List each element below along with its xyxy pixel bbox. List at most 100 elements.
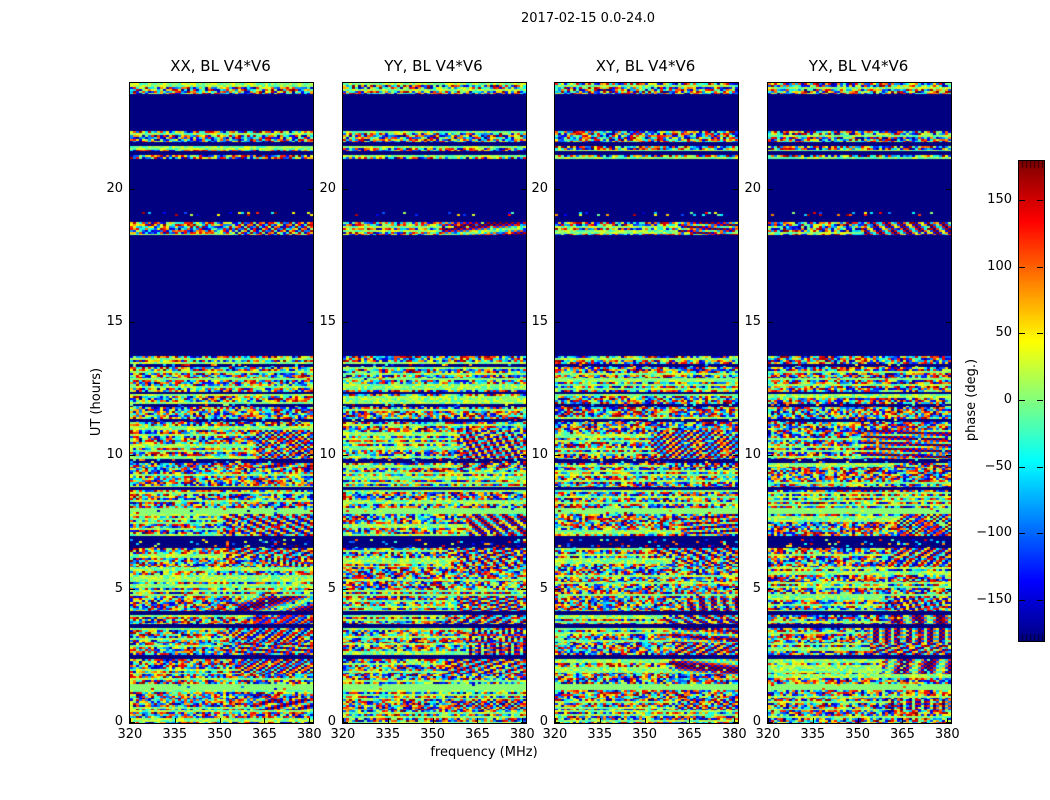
- x-axis-label: frequency (MHz): [430, 745, 538, 760]
- colorbar-tick-mark: [1019, 533, 1025, 535]
- x-tick-label: 365: [252, 727, 277, 742]
- colorbar-tick-mark: [1037, 533, 1043, 535]
- y-tick-label: 10: [744, 447, 761, 463]
- y-tick-label: 10: [319, 447, 336, 463]
- y-tick-mark: [946, 588, 951, 590]
- colorbar: [1018, 160, 1045, 642]
- x-tick-label: 335: [162, 727, 188, 742]
- heatmap-panel: [554, 82, 739, 724]
- colorbar-tick-mark: [1019, 466, 1025, 468]
- colorbar-tick-mark: [1037, 600, 1043, 601]
- y-tick-label: 15: [531, 314, 548, 329]
- y-tick-mark: [343, 188, 348, 190]
- x-tick-mark: [644, 718, 646, 723]
- panel-title: YX, BL V4*V6: [808, 57, 909, 75]
- y-tick-mark: [343, 322, 348, 323]
- y-tick-label: 5: [752, 580, 761, 596]
- y-tick-label: 5: [539, 580, 548, 596]
- y-tick-mark: [768, 188, 773, 190]
- colorbar-tick-label: 100: [987, 258, 1012, 274]
- colorbar-gradient: [1019, 161, 1044, 641]
- heatmap-canvas: [768, 83, 951, 723]
- x-tick-label: 320: [330, 727, 356, 742]
- x-tick-label: 335: [587, 727, 613, 742]
- x-tick-mark: [599, 718, 601, 723]
- y-tick-label: 20: [531, 180, 548, 196]
- y-tick-mark: [130, 322, 135, 323]
- x-tick-label: 365: [890, 727, 915, 742]
- y-tick-label: 15: [744, 314, 761, 329]
- x-tick-label: 350: [845, 727, 870, 742]
- x-tick-label: 335: [375, 727, 401, 742]
- panel-title: YY, BL V4*V6: [384, 57, 483, 75]
- y-tick-mark: [343, 455, 348, 457]
- x-tick-mark: [387, 718, 389, 723]
- y-tick-label: 20: [106, 180, 123, 196]
- colorbar-tick-mark: [1019, 200, 1025, 201]
- x-tick-mark: [129, 718, 131, 723]
- y-axis-label: UT (hours): [89, 367, 104, 437]
- figure: 2017-02-15 0.0-24.0 UT (hours) frequency…: [0, 0, 1050, 800]
- y-tick-mark: [130, 455, 135, 457]
- x-tick-mark: [812, 718, 814, 723]
- x-tick-mark: [432, 718, 434, 723]
- y-tick-label: 20: [319, 180, 336, 196]
- x-tick-label: 350: [207, 727, 232, 742]
- y-tick-label: 10: [531, 447, 548, 463]
- colorbar-tick-mark: [1037, 266, 1043, 268]
- y-tick-label: 5: [114, 580, 123, 596]
- y-tick-mark: [130, 188, 135, 190]
- x-tick-mark: [477, 718, 479, 723]
- y-tick-label: 15: [106, 314, 123, 329]
- y-tick-mark: [555, 455, 560, 457]
- x-tick-label: 350: [420, 727, 445, 742]
- x-tick-mark: [689, 718, 691, 723]
- panel-title: XY, BL V4*V6: [595, 57, 696, 75]
- x-tick-label: 365: [677, 727, 702, 742]
- x-tick-label: 320: [117, 727, 143, 742]
- y-tick-mark: [130, 588, 135, 590]
- panel-title: XX, BL V4*V6: [170, 57, 271, 75]
- y-tick-mark: [768, 322, 773, 323]
- x-tick-mark: [264, 718, 266, 723]
- x-tick-mark: [174, 718, 176, 723]
- x-tick-label: 335: [800, 727, 826, 742]
- heatmap-canvas: [130, 83, 313, 723]
- colorbar-tick-mark: [1037, 400, 1043, 401]
- colorbar-tick-mark: [1019, 333, 1025, 335]
- x-tick-mark: [554, 718, 556, 723]
- colorbar-tick-mark: [1019, 266, 1025, 268]
- colorbar-tick-mark: [1019, 600, 1025, 601]
- colorbar-tick-label: −100: [976, 525, 1012, 541]
- x-tick-label: 350: [632, 727, 657, 742]
- heatmap-canvas: [555, 83, 738, 723]
- x-tick-mark: [857, 718, 859, 723]
- heatmap-panel: [342, 82, 527, 724]
- y-tick-label: 5: [327, 580, 336, 596]
- y-tick-mark: [768, 588, 773, 590]
- colorbar-tick-label: −150: [976, 592, 1012, 607]
- colorbar-tick-mark: [1037, 200, 1043, 201]
- heatmap-canvas: [343, 83, 526, 723]
- x-tick-mark: [947, 718, 949, 723]
- x-tick-label: 320: [755, 727, 781, 742]
- y-tick-mark: [768, 455, 773, 457]
- heatmap-panel: [129, 82, 314, 724]
- x-tick-label: 320: [542, 727, 568, 742]
- x-tick-mark: [342, 718, 344, 723]
- y-tick-mark: [946, 455, 951, 457]
- colorbar-tick-mark: [1037, 333, 1043, 335]
- x-tick-mark: [902, 718, 904, 723]
- colorbar-tick-label: 150: [987, 192, 1012, 207]
- x-tick-label: 380: [934, 727, 960, 742]
- y-tick-label: 15: [319, 314, 336, 329]
- y-tick-mark: [946, 188, 951, 190]
- colorbar-tick-mark: [1037, 466, 1043, 468]
- colorbar-tick-label: −50: [984, 458, 1012, 474]
- y-tick-label: 20: [744, 180, 761, 196]
- heatmap-panel: [767, 82, 952, 724]
- y-tick-mark: [946, 322, 951, 323]
- colorbar-tick-mark: [1019, 400, 1025, 401]
- y-tick-label: 10: [106, 447, 123, 463]
- y-tick-mark: [555, 322, 560, 323]
